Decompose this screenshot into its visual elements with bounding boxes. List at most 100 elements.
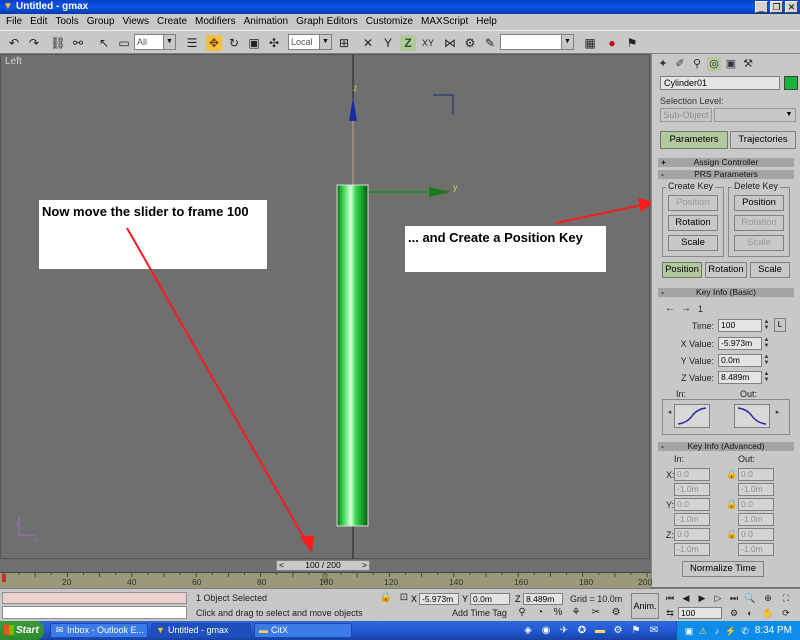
assign-controller-rollout[interactable]: + Assign Controller bbox=[658, 158, 794, 167]
z-value-spinner[interactable]: 8.489m bbox=[718, 371, 762, 384]
key-info-basic-rollout[interactable]: - Key Info (Basic) bbox=[658, 288, 794, 297]
zoom-icon[interactable]: 🔍 bbox=[742, 590, 758, 606]
sub-object-dropdown[interactable]: ▼ bbox=[714, 108, 796, 122]
trajectories-button[interactable]: Trajectories bbox=[730, 131, 796, 149]
create-position-key-button[interactable]: Position bbox=[668, 195, 718, 211]
percent-snap-icon[interactable]: % bbox=[550, 605, 566, 621]
quicklaunch-icon[interactable]: ◉ bbox=[538, 623, 554, 639]
in-tangent-curve-button[interactable] bbox=[674, 404, 710, 428]
delete-position-key-button[interactable]: Position bbox=[734, 195, 784, 211]
delete-scale-key-button[interactable]: Scale bbox=[734, 235, 784, 251]
quicklaunch-icon[interactable]: ⚑ bbox=[628, 623, 644, 639]
spinner-arrows-icon[interactable]: ▲ ▼ bbox=[763, 319, 770, 332]
lock-selection-icon[interactable]: 🔒 bbox=[378, 590, 394, 606]
adv-y-lock-icon[interactable]: 🔒 bbox=[726, 499, 737, 510]
snap-toggle-icon[interactable]: ⚲ bbox=[514, 605, 530, 621]
go-to-end-icon[interactable]: ⏭ bbox=[726, 590, 742, 606]
sub-object-button[interactable]: Sub-Object bbox=[660, 108, 712, 122]
normalize-time-button[interactable]: Normalize Time bbox=[682, 561, 764, 577]
utilities-tab-icon[interactable]: ⚒ bbox=[741, 57, 755, 71]
pan-icon[interactable]: ✋ bbox=[760, 605, 776, 621]
adv-y-in-sub-spinner[interactable]: -1.0m bbox=[674, 513, 710, 526]
time-slider-thumb[interactable]: < 100 / 200 > bbox=[276, 560, 370, 571]
zoom-all-icon[interactable]: ⊕ bbox=[760, 590, 776, 606]
track-bar[interactable]: 20 40 60 80 100 120 140 160 180 200 bbox=[0, 572, 652, 588]
taskbar-outlook[interactable]: ✉ Inbox - Outlook E... bbox=[50, 623, 148, 638]
animate-mode-button[interactable]: Anim. bbox=[631, 593, 659, 619]
adv-x-out-sub-spinner[interactable]: -1.0m bbox=[738, 483, 774, 496]
lock-key-button[interactable]: L bbox=[774, 318, 786, 332]
quicklaunch-icon[interactable]: ◈ bbox=[520, 623, 536, 639]
status-z-field[interactable]: 8.489m bbox=[523, 593, 563, 605]
create-tab-icon[interactable]: ✦ bbox=[656, 57, 670, 71]
out-tangent-curve-button[interactable] bbox=[734, 404, 770, 428]
status-x-field[interactable]: -5.973m bbox=[419, 593, 459, 605]
go-to-start-icon[interactable]: ⏮ bbox=[662, 590, 678, 606]
spinner-snap-icon[interactable]: ⚘ bbox=[568, 605, 584, 621]
tray-icon[interactable]: ✆ bbox=[737, 623, 753, 639]
time-slider[interactable]: < 100 / 200 > bbox=[0, 559, 651, 572]
adv-y-out-spinner[interactable]: 0.0 bbox=[738, 498, 774, 511]
prev-key-icon[interactable]: ← bbox=[662, 301, 678, 317]
spinner-arrows-icon[interactable]: ▲ ▼ bbox=[763, 337, 770, 350]
prev-frame-icon[interactable]: < bbox=[279, 561, 284, 570]
next-frame-icon[interactable]: > bbox=[362, 561, 367, 570]
adv-x-in-sub-spinner[interactable]: -1.0m bbox=[674, 483, 710, 496]
object-name-field[interactable]: Cylinder01 bbox=[660, 76, 780, 90]
create-rotation-key-button[interactable]: Rotation bbox=[668, 215, 718, 231]
taskbar-citx[interactable]: ▬ CitX bbox=[254, 623, 352, 638]
key-info-advanced-rollout[interactable]: - Key Info (Advanced) bbox=[658, 442, 794, 451]
quicklaunch-icon[interactable]: ✪ bbox=[574, 623, 590, 639]
scale-mode-button[interactable]: Scale bbox=[750, 262, 790, 278]
modify-tab-icon[interactable]: ✐ bbox=[673, 57, 687, 71]
spinner-arrows-icon[interactable]: ▲ ▼ bbox=[763, 354, 770, 367]
quicklaunch-folder-icon[interactable]: ▬ bbox=[592, 623, 608, 639]
adv-x-in-spinner[interactable]: 0.0 bbox=[674, 468, 710, 481]
adv-x-lock-icon[interactable]: 🔒 bbox=[726, 469, 737, 480]
adv-x-out-spinner[interactable]: 0.0 bbox=[738, 468, 774, 481]
display-tab-icon[interactable]: ▣ bbox=[724, 57, 738, 71]
time-config-icon[interactable]: ⚙ bbox=[726, 605, 742, 621]
play-icon[interactable]: ▶ bbox=[694, 590, 710, 606]
quicklaunch-icon[interactable]: ✉ bbox=[646, 623, 662, 639]
hierarchy-tab-icon[interactable]: ⚲ bbox=[690, 57, 704, 71]
angle-snap-icon[interactable]: ◔ bbox=[532, 605, 548, 621]
key-mode-icon[interactable]: ⇆ bbox=[662, 605, 678, 621]
next-key-icon[interactable]: → bbox=[678, 301, 694, 317]
motion-tab-icon[interactable]: ◎ bbox=[707, 57, 721, 71]
next-frame-icon[interactable]: ▷ bbox=[710, 590, 726, 606]
tangent-out-next-icon[interactable]: ▸ bbox=[774, 409, 781, 423]
add-time-tag[interactable]: Add Time Tag bbox=[452, 608, 507, 618]
adv-z-in-spinner[interactable]: 0.0 bbox=[674, 528, 710, 541]
maxscript-input-mini[interactable] bbox=[2, 606, 187, 619]
start-button[interactable]: Start bbox=[0, 621, 44, 640]
absolute-mode-icon[interactable]: ⊡ bbox=[396, 590, 412, 606]
quicklaunch-icon[interactable]: ⚙ bbox=[610, 623, 626, 639]
adv-z-in-sub-spinner[interactable]: -1.0m bbox=[674, 543, 710, 556]
previous-frame-icon[interactable]: ◀ bbox=[678, 590, 694, 606]
zoom-extents-icon[interactable]: ⛶ bbox=[778, 590, 794, 606]
degradation-override-icon[interactable]: ⚙ bbox=[608, 605, 624, 621]
spinner-arrows-icon[interactable]: ▲ ▼ bbox=[763, 371, 770, 384]
quicklaunch-icon[interactable]: ✈ bbox=[556, 623, 572, 639]
adv-z-out-spinner[interactable]: 0.0 bbox=[738, 528, 774, 541]
object-color-swatch[interactable] bbox=[784, 76, 798, 90]
taskbar-gmax[interactable]: ▼ Untitled - gmax bbox=[151, 623, 251, 638]
delete-rotation-key-button[interactable]: Rotation bbox=[734, 215, 784, 231]
x-value-spinner[interactable]: -5.973m bbox=[718, 337, 762, 350]
y-value-spinner[interactable]: 0.0m bbox=[718, 354, 762, 367]
prs-parameters-rollout[interactable]: - PRS Parameters bbox=[658, 170, 794, 179]
tangent-in-prev-icon[interactable]: ◂ bbox=[666, 409, 673, 423]
position-mode-button[interactable]: Position bbox=[662, 262, 702, 278]
taskbar-clock[interactable]: 8:34 PM bbox=[755, 621, 792, 640]
rotation-mode-button[interactable]: Rotation bbox=[705, 262, 747, 278]
field-of-view-icon[interactable]: ◐ bbox=[742, 605, 758, 621]
parameters-button[interactable]: Parameters bbox=[660, 131, 728, 149]
current-frame-field[interactable]: 100 bbox=[678, 607, 722, 619]
key-time-spinner[interactable]: 100 bbox=[718, 319, 762, 332]
adv-y-in-spinner[interactable]: 0.0 bbox=[674, 498, 710, 511]
edit-named-selection-icon[interactable]: ✂ bbox=[588, 605, 604, 621]
arc-rotate-icon[interactable]: ⟳ bbox=[778, 605, 794, 621]
maxscript-listener-mini[interactable] bbox=[2, 592, 187, 604]
adv-z-out-sub-spinner[interactable]: -1.0m bbox=[738, 543, 774, 556]
